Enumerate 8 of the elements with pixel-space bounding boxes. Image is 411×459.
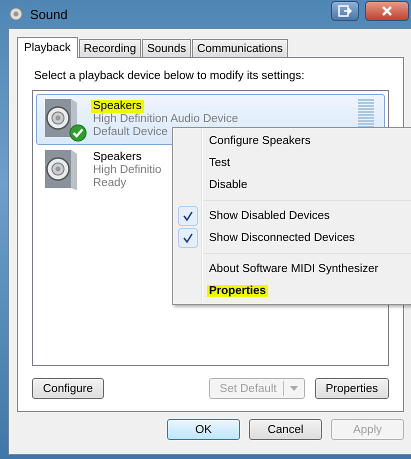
device-description: High Definitio [93,164,162,177]
window-title: Sound [30,6,69,22]
device-description: High Definition Audio Device [93,113,238,126]
device-status: Default Device [93,126,169,139]
device-name: Speakers [91,100,144,113]
device-name: Speakers [92,151,143,164]
instruction-text: Select a playback device below to modify its settings: [34,70,306,82]
device-status: Ready [93,177,128,190]
